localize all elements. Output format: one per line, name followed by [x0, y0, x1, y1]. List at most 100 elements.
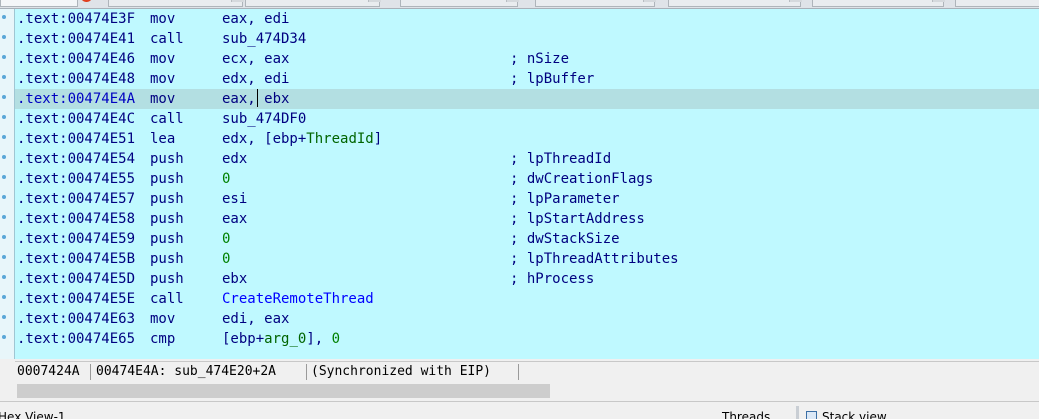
line-address[interactable]: .text:00474E5E [17, 289, 135, 309]
line-address[interactable]: .text:00474E4A [17, 89, 135, 109]
close-tab-icon[interactable] [506, 0, 519, 2]
tab-pseudocode-d[interactable] [668, 0, 802, 7]
line-address[interactable]: .text:00474E55 [17, 169, 135, 189]
code-line[interactable]: .text:00474E48 mov edx, edi ; lpBuffer [15, 69, 1039, 89]
line-address[interactable]: .text:00474E59 [17, 229, 135, 249]
operand-text[interactable]: ebx [222, 271, 247, 287]
instruction-operands[interactable]: CreateRemoteThread [222, 289, 374, 309]
instruction-mnemonic[interactable]: push [150, 189, 184, 209]
close-tab-icon[interactable] [789, 0, 802, 2]
operand-variable[interactable]: ThreadId [306, 131, 373, 147]
breakpoint-dot-icon[interactable] [2, 335, 6, 339]
disassembly-listing[interactable]: .text:00474E3F mov eax, edi .text:00474E41 c… [15, 9, 1039, 359]
code-line[interactable]: .text:00474E5B push 0 ; lpThreadAttributes [15, 249, 1039, 269]
code-line[interactable]: .text:00474E5D push ebx ; hProcess [15, 269, 1039, 289]
code-line[interactable]: .text:00474E55 push 0 ; dwCreationFlags [15, 169, 1039, 189]
instruction-mnemonic[interactable]: push [150, 209, 184, 229]
operand-variable[interactable]: arg_0 [264, 331, 306, 347]
instruction-mnemonic[interactable]: mov [150, 9, 175, 29]
instruction-mnemonic[interactable]: push [150, 149, 184, 169]
line-address[interactable]: .text:00474E57 [17, 189, 135, 209]
instruction-operands[interactable]: sub_474D34 [222, 29, 306, 49]
close-tab-icon[interactable] [231, 0, 244, 2]
instruction-mnemonic[interactable]: mov [150, 49, 175, 69]
operand-text[interactable]: ecx, eax [222, 51, 289, 67]
operand-symbol[interactable]: CreateRemoteThread [222, 291, 374, 307]
breakpoint-dot-icon[interactable] [2, 215, 6, 219]
operand-text[interactable]: eax [222, 211, 247, 227]
instruction-mnemonic[interactable]: push [150, 169, 184, 189]
instruction-operands[interactable]: 0 [222, 169, 230, 189]
instruction-mnemonic[interactable]: push [150, 269, 184, 289]
instruction-mnemonic[interactable]: push [150, 229, 184, 249]
operand-text[interactable]: ] [374, 131, 382, 147]
breakpoint-dot-icon[interactable] [2, 255, 6, 259]
line-address[interactable]: .text:00474E58 [17, 209, 135, 229]
line-address[interactable]: .text:00474E63 [17, 309, 135, 329]
code-line[interactable]: .text:00474E3F mov eax, edi [15, 9, 1039, 29]
code-line[interactable]: .text:00474E46 mov ecx, eax ; nSize [15, 49, 1039, 69]
breakpoint-dot-icon[interactable] [2, 155, 6, 159]
breakpoint-dot-icon[interactable] [2, 35, 6, 39]
breakpoint-dot-icon[interactable] [2, 195, 6, 199]
tab-pseudocode-e[interactable] [812, 0, 945, 7]
line-address[interactable]: .text:00474E3F [17, 9, 135, 29]
breakpoint-dot-icon[interactable] [2, 15, 6, 19]
instruction-operands[interactable]: eax, edi [222, 9, 289, 29]
operand-number[interactable]: 0 [222, 251, 230, 267]
code-line[interactable]: .text:00474E4C call sub_474DF0 [15, 109, 1039, 129]
close-tab-icon[interactable] [932, 0, 945, 2]
operand-text[interactable]: eax, edi [222, 11, 289, 27]
instruction-mnemonic[interactable]: mov [150, 69, 175, 89]
close-tab-icon[interactable] [81, 0, 92, 2]
code-line[interactable]: .text:00474E57 push esi ; lpParameter [15, 189, 1039, 209]
breakpoint-dot-icon[interactable] [2, 135, 6, 139]
instruction-mnemonic[interactable]: call [150, 289, 184, 309]
operand-text[interactable]: [ebp+ [222, 331, 264, 347]
breakpoint-dot-icon[interactable] [2, 235, 6, 239]
instruction-mnemonic[interactable]: push [150, 249, 184, 269]
code-line[interactable]: .text:00474E41 call sub_474D34 [15, 29, 1039, 49]
instruction-mnemonic[interactable]: lea [150, 129, 175, 149]
code-line[interactable]: .text:00474E65 cmp [ebp+arg_0], 0 [15, 329, 1039, 349]
instruction-mnemonic[interactable]: call [150, 109, 184, 129]
line-address[interactable]: .text:00474E5B [17, 249, 135, 269]
code-line[interactable]: .text:00474E51 lea edx, [ebp+ThreadId] [15, 129, 1039, 149]
operand-text[interactable]: edx, edi [222, 71, 289, 87]
code-line[interactable]: .text:00474E63 mov edi, eax [15, 309, 1039, 329]
breakpoint-dot-icon[interactable] [2, 175, 6, 179]
close-tab-icon[interactable] [643, 0, 656, 2]
close-tab-icon[interactable] [368, 0, 381, 2]
code-line[interactable]: .text:00474E54 push edx ; lpThreadId [15, 149, 1039, 169]
instruction-operands[interactable]: sub_474DF0 [222, 109, 306, 129]
tab-pseudocode-b[interactable] [245, 0, 381, 7]
tab-pseudocode-f[interactable] [955, 0, 1039, 7]
line-address[interactable]: .text:00474E41 [17, 29, 135, 49]
code-line[interactable]: .text:00474E58 push eax ; lpStartAddress [15, 209, 1039, 229]
instruction-operands[interactable]: ecx, eax [222, 49, 289, 69]
breakpoint-dot-icon[interactable] [2, 275, 6, 279]
instruction-mnemonic[interactable]: mov [150, 309, 175, 329]
breakpoint-dot-icon[interactable] [2, 55, 6, 59]
operand-text[interactable]: esi [222, 191, 247, 207]
instruction-operands[interactable]: ebx [222, 269, 247, 289]
horizontal-scrollbar[interactable] [15, 382, 1039, 400]
operand-text[interactable]: ], [306, 331, 331, 347]
code-line[interactable]: .text:00474E5E call CreateRemoteThread [15, 289, 1039, 309]
operand-text[interactable]: sub_474D34 [222, 31, 306, 47]
instruction-mnemonic[interactable]: call [150, 29, 184, 49]
breakpoint-dot-icon[interactable] [2, 115, 6, 119]
instruction-operands[interactable]: esi [222, 189, 247, 209]
breakpoint-dot-icon[interactable] [2, 75, 6, 79]
line-address[interactable]: .text:00474E65 [17, 329, 135, 349]
instruction-operands[interactable]: edx, [ebp+ThreadId] [222, 129, 382, 149]
operand-number[interactable]: 0 [222, 171, 230, 187]
operand-text[interactable]: eax, ebx [222, 91, 289, 107]
instruction-operands[interactable]: 0 [222, 249, 230, 269]
tab-ida-view-a[interactable] [0, 0, 92, 7]
breakpoint-dot-icon[interactable] [2, 315, 6, 319]
instruction-operands[interactable]: edx [222, 149, 247, 169]
operand-text[interactable]: edx, [ebp+ [222, 131, 306, 147]
panel-divider[interactable] [796, 406, 799, 419]
instruction-operands[interactable]: eax [222, 209, 247, 229]
